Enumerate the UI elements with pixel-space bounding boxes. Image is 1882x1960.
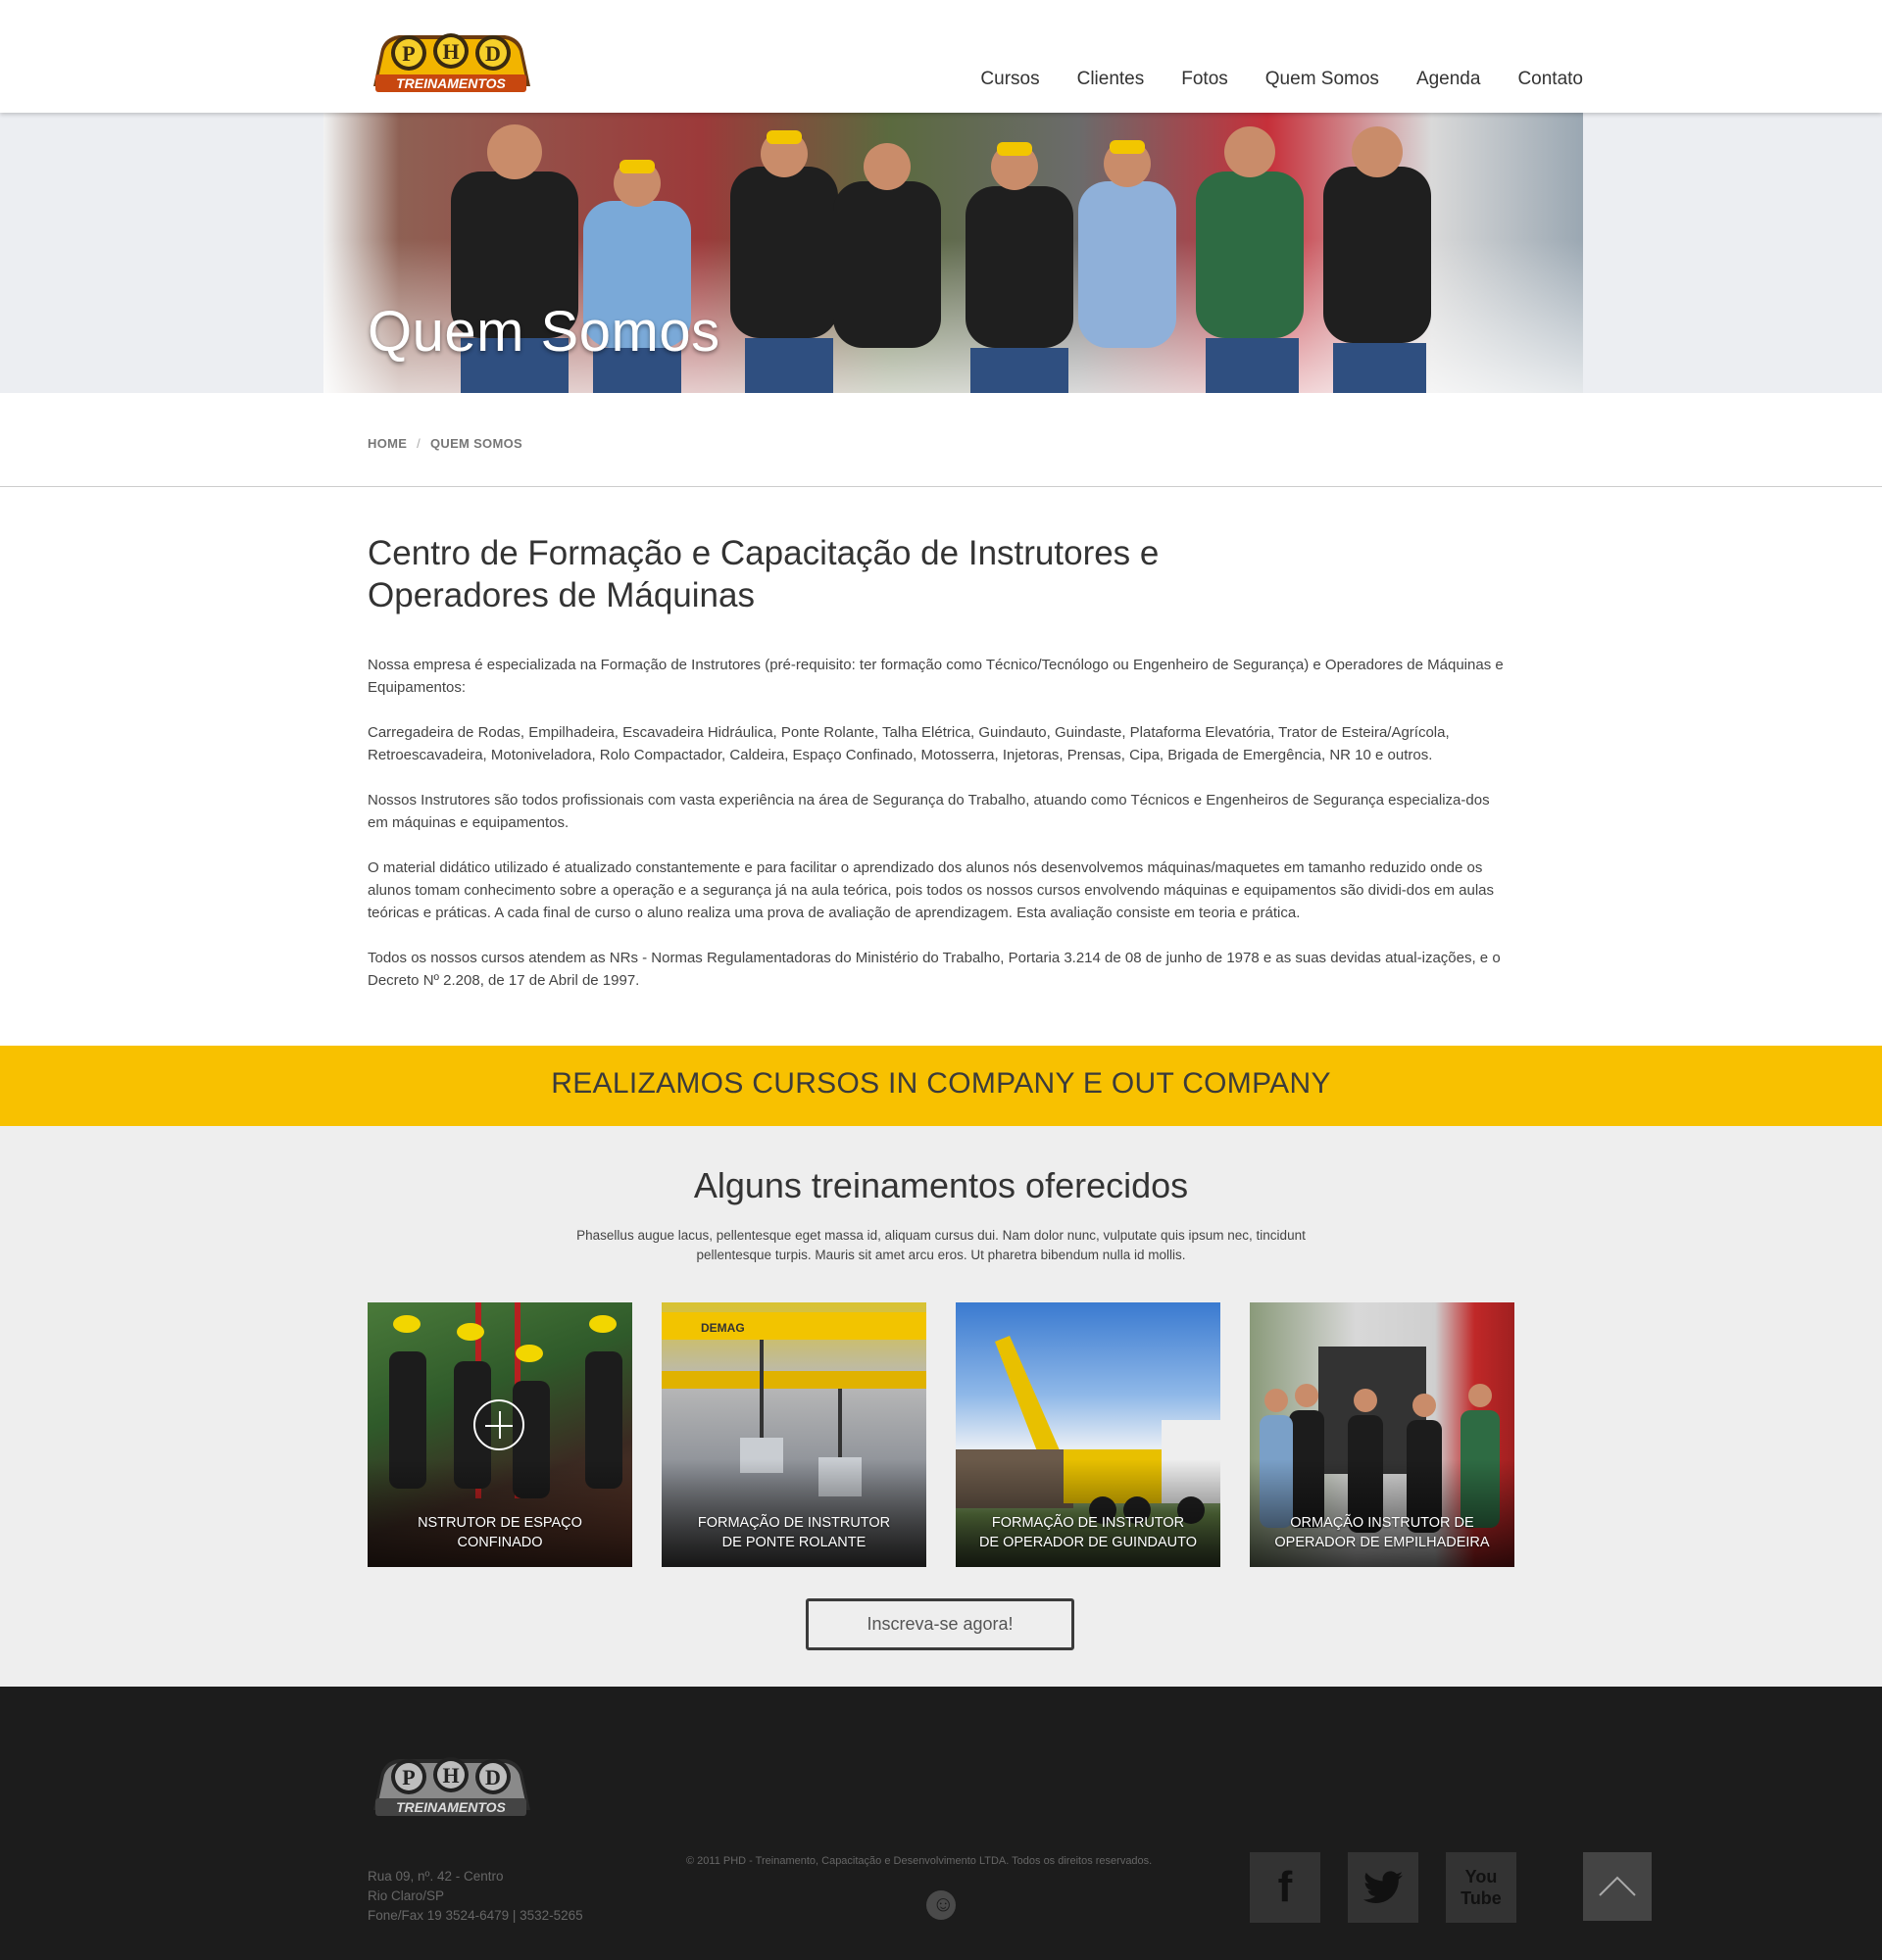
breadcrumb-bar: HOME / QUEM SOMOS (0, 393, 1882, 487)
nav-clientes[interactable]: Clientes (1077, 69, 1145, 90)
back-to-top-icon[interactable] (1583, 1852, 1652, 1921)
svg-text:P: P (402, 41, 415, 66)
nav-fotos[interactable]: Fotos (1181, 69, 1228, 90)
trainings-section: Alguns treinamentos oferecidos Phasellus… (0, 1126, 1882, 1687)
about-paragraph: Nossos Instrutores são todos profissiona… (368, 792, 1490, 831)
breadcrumb: HOME / QUEM SOMOS (368, 436, 522, 451)
facebook-icon[interactable]: f (1250, 1852, 1320, 1923)
about-paragraph: Nossa empresa é especializada na Formaçã… (368, 657, 1504, 696)
site-header: P H D TREINAMENTOS Cursos Clientes Fotos… (0, 0, 1882, 113)
hero-title: Quem Somos (368, 300, 720, 364)
training-card-ponte-rolante[interactable]: DEMAG FORMAÇÃO DE INSTRUTOR DE PONTE ROL… (662, 1302, 926, 1567)
nav-quem-somos[interactable]: Quem Somos (1265, 69, 1379, 90)
breadcrumb-current: QUEM SOMOS (429, 436, 522, 451)
training-card-empilhadeira[interactable]: ORMAÇÃO INSTRUTOR DE OPERADOR DE EMPILHA… (1250, 1302, 1514, 1567)
breadcrumb-home[interactable]: HOME (368, 436, 407, 451)
breadcrumb-separator: / (417, 436, 421, 451)
company-banner-text: REALIZAMOS CURSOS IN COMPANY E OUT COMPA… (551, 1067, 1331, 1100)
about-paragraph: Todos os nossos cursos atendem as NRs - … (368, 950, 1501, 989)
training-card-espaco-confinado[interactable]: NSTRUTOR DE ESPAÇO CONFINADO (368, 1302, 632, 1567)
phd-footer-logo[interactable]: P H D TREINAMENTOS (368, 1747, 534, 1820)
svg-text:DEMAG: DEMAG (701, 1321, 745, 1335)
trainings-intro: Phasellus augue lacus, pellentesque eget… (576, 1228, 1306, 1262)
training-card-guindauto[interactable]: FORMAÇÃO DE INSTRUTOR DE OPERADOR DE GUI… (956, 1302, 1220, 1567)
training-card-label: FORMAÇÃO DE INSTRUTOR DE OPERADOR DE GUI… (978, 1515, 1198, 1550)
zoom-plus-icon[interactable] (473, 1399, 524, 1450)
footer-address: Rua 09, nº. 42 - Centro Rio Claro/SP Fon… (368, 1869, 583, 1923)
nav-cursos[interactable]: Cursos (980, 69, 1039, 90)
nav-agenda[interactable]: Agenda (1416, 69, 1481, 90)
twitter-icon[interactable] (1348, 1852, 1418, 1923)
main-nav: Cursos Clientes Fotos Quem Somos Agenda … (980, 69, 1583, 90)
hero-banner: Quem Somos (0, 113, 1882, 393)
training-cards: NSTRUTOR DE ESPAÇO CONFINADO DEMAG FORMA… (368, 1302, 1514, 1567)
svg-text:P: P (402, 1765, 415, 1789)
svg-text:D: D (485, 1765, 501, 1789)
phd-logo[interactable]: P H D TREINAMENTOS (368, 24, 534, 96)
about-heading: Centro de Formação e Capacitação de Inst… (368, 534, 1160, 614)
svg-text:H: H (442, 1763, 459, 1788)
company-banner: REALIZAMOS CURSOS IN COMPANY E OUT COMPA… (0, 1046, 1882, 1126)
svg-text:TREINAMENTOS: TREINAMENTOS (396, 75, 506, 91)
footer-badge-icon[interactable] (926, 1890, 956, 1920)
svg-text:H: H (442, 39, 459, 64)
about-paragraph: O material didático utilizado é atualiza… (368, 859, 1495, 921)
site-footer: P H D TREINAMENTOS Rua 09, nº. 42 - Cent… (0, 1687, 1882, 1960)
svg-text:TREINAMENTOS: TREINAMENTOS (396, 1799, 506, 1815)
training-card-label: FORMAÇÃO DE INSTRUTOR DE PONTE ROLANTE (697, 1515, 891, 1550)
training-card-label: NSTRUTOR DE ESPAÇO CONFINADO (418, 1515, 582, 1550)
svg-text:D: D (485, 41, 501, 66)
about-content: Centro de Formação e Capacitação de Inst… (368, 532, 1505, 992)
footer-copyright: © 2011 PHD - Treinamento, Capacitação e … (686, 1855, 1153, 1867)
subscribe-button[interactable]: Inscreva-se agora! (806, 1598, 1074, 1650)
training-card-label: ORMAÇÃO INSTRUTOR DE OPERADOR DE EMPILHA… (1274, 1515, 1490, 1550)
nav-contato[interactable]: Contato (1517, 69, 1583, 90)
youtube-icon[interactable]: You Tube (1446, 1852, 1516, 1923)
about-paragraph: Carregadeira de Rodas, Empilhadeira, Esc… (368, 724, 1450, 763)
trainings-title: Alguns treinamentos oferecidos (693, 1165, 1189, 1205)
